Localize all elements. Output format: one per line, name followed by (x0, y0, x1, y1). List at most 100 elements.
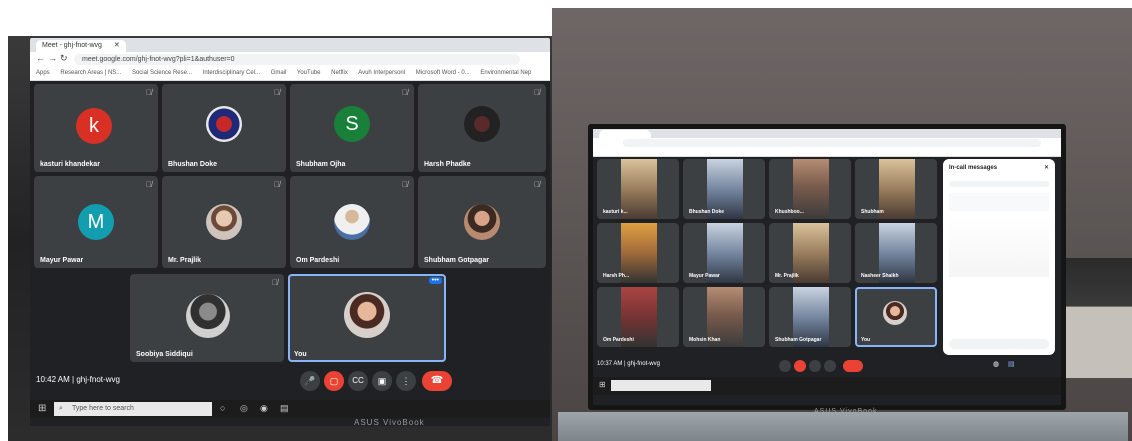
participant-tile[interactable]: kasturi k... (597, 159, 679, 219)
participant-tile[interactable]: 🎙̸ Bhushan Doke (162, 84, 286, 172)
participant-tile[interactable]: Shubham (855, 159, 937, 219)
chat-input[interactable] (949, 339, 1049, 349)
right-bookmarks-bar (593, 148, 1061, 157)
bookmark-item[interactable]: Netflix (331, 70, 348, 76)
mic-off-icon: 🎙̸ (402, 180, 408, 189)
mic-icon[interactable] (779, 360, 791, 372)
right-url-field[interactable] (623, 139, 1041, 147)
bookmark-item[interactable]: Microsoft Word - 0... (416, 70, 470, 76)
right-browser-tab[interactable] (599, 130, 651, 138)
participant-tile[interactable]: 🎙̸ k kasturi khandekar (34, 84, 158, 172)
participant-name: Bhushan Doke (168, 161, 218, 168)
participant-tile[interactable]: Nasheer Shaikh (855, 223, 937, 283)
participant-name: Om Pardeshi (603, 337, 634, 343)
end-call-icon[interactable] (843, 360, 863, 372)
bookmark-item[interactable]: Interdisciplinary Cel... (203, 70, 260, 76)
participant-tile[interactable]: 🎙̸ Harsh Phadke (418, 84, 546, 172)
forward-icon[interactable]: → (48, 53, 57, 63)
participant-tile[interactable]: 🎙̸ Om Pardeshi (290, 176, 414, 268)
mic-off-icon: 🎙̸ (534, 180, 540, 189)
edge-icon[interactable]: ◎ (240, 403, 248, 414)
present-icon[interactable]: ▣ (372, 371, 392, 391)
self-tile[interactable]: You (855, 287, 937, 347)
video-feed (879, 159, 915, 219)
left-browser-tab[interactable]: Meet - ghj-fnot-wvg ✕ (36, 40, 126, 52)
participant-name: Mayur Pawar (689, 273, 720, 279)
participant-name: kasturi k... (603, 209, 628, 215)
participant-tile[interactable]: 🎙̸ M Mayur Pawar (34, 176, 158, 268)
participant-tile[interactable]: 🎙̸ Shubham Gotpagar (418, 176, 546, 268)
end-call-icon[interactable]: ☎ (422, 371, 452, 391)
taskbar-search[interactable]: ⌕ Type here to search (54, 402, 212, 416)
close-icon[interactable]: ✕ (1044, 164, 1049, 171)
taskbar-search[interactable] (611, 380, 711, 391)
windows-icon[interactable]: ⊞ (38, 403, 46, 414)
bookmark-item[interactable]: Research Areas | NS... (60, 70, 121, 76)
participant-name: Shubham Ojha (296, 161, 346, 168)
folder-icon[interactable]: ▤ (280, 403, 289, 414)
participant-name: Bhushan Doke (689, 209, 725, 215)
close-icon[interactable]: ✕ (114, 42, 120, 49)
meet-controls-bar: 10:37 AM | ghj-fnot-wvg ◍ ▤ (593, 357, 1061, 375)
participant-tile[interactable]: Mr. Prajlik (769, 223, 851, 283)
present-icon[interactable] (824, 360, 836, 372)
participant-tile[interactable]: Bhushan Doke (683, 159, 765, 219)
mic-off-icon: 🎙̸ (146, 88, 152, 97)
participant-tile[interactable]: Shubham Gotpagar (769, 287, 851, 347)
people-icon[interactable]: ◍ (993, 360, 999, 368)
bookmark-item[interactable]: Apps (36, 70, 50, 76)
back-icon[interactable]: ← (36, 53, 45, 63)
avatar (186, 294, 230, 338)
participant-tile[interactable]: Mohsin Khan (683, 287, 765, 347)
task-view-icon[interactable]: ○ (220, 403, 225, 413)
participant-name: Soobiya Siddiqui (136, 351, 193, 358)
avatar: S (334, 106, 370, 142)
mic-off-icon: 🎙̸ (272, 278, 278, 287)
more-icon[interactable]: ⋮ (396, 371, 416, 391)
participant-tile[interactable]: 🎙̸ Mr. Prajlik (162, 176, 286, 268)
participant-name: You (294, 351, 307, 358)
caption-icon[interactable]: CC (348, 371, 368, 391)
camera-icon[interactable] (794, 360, 806, 372)
chat-messages-list (949, 217, 1049, 277)
right-tab-strip (593, 129, 1061, 138)
avatar (206, 106, 242, 142)
caption-icon[interactable] (809, 360, 821, 372)
camera-icon[interactable]: ▢ (324, 371, 344, 391)
search-icon: ⌕ (59, 405, 63, 412)
windows-icon[interactable]: ⊞ (599, 380, 606, 389)
participant-tile[interactable]: 🎙̸ Soobiya Siddiqui (130, 274, 284, 362)
meeting-code: ghj-fnot-wvg (627, 361, 660, 367)
left-address-bar: ← → ↻ meet.google.com/ghj-fnot-wvg?pli=1… (30, 52, 550, 68)
chrome-icon[interactable]: ◉ (260, 403, 268, 414)
participant-name: Mohsin Khan (689, 337, 721, 343)
participant-tile[interactable]: Khushboo... (769, 159, 851, 219)
avatar (464, 106, 500, 142)
participant-name: Mayur Pawar (40, 257, 84, 264)
bookmark-item[interactable]: Environmental Nep (480, 70, 531, 76)
left-url-field[interactable]: meet.google.com/ghj-fnot-wvg?pli=1&authu… (74, 54, 520, 65)
windows-taskbar: ⊞ (593, 377, 1061, 395)
participant-name: Khushboo... (775, 209, 804, 215)
avatar (883, 301, 907, 325)
mic-icon[interactable]: 🎤 (300, 371, 320, 391)
chat-toggle-row[interactable] (949, 181, 1049, 187)
bookmark-item[interactable]: Social Science Rese... (132, 70, 192, 76)
meet-controls-bar: 10:42 AM | ghj-fnot-wvg 🎤 ▢ CC ▣ ⋮ ☎ (30, 366, 550, 396)
bookmark-item[interactable]: Avuh Interpersonl (358, 70, 405, 76)
left-tab-strip: Meet - ghj-fnot-wvg ✕ (30, 38, 550, 52)
clock-time: 10:42 AM (36, 375, 70, 384)
bookmark-item[interactable]: YouTube (297, 70, 321, 76)
participant-tile[interactable]: 🎙̸ S Shubham Ojha (290, 84, 414, 172)
chat-icon[interactable]: ▤ (1008, 360, 1015, 368)
participant-name: Om Pardeshi (296, 257, 340, 264)
participant-tile[interactable]: Harsh Ph... (597, 223, 679, 283)
participant-tile[interactable]: Om Pardeshi (597, 287, 679, 347)
left-url: meet.google.com/ghj-fnot-wvg?pli=1&authu… (82, 56, 235, 63)
self-tile[interactable]: ••• You (288, 274, 446, 362)
reload-icon[interactable]: ↻ (60, 53, 68, 64)
bookmark-item[interactable]: Gmail (271, 70, 287, 76)
left-meet-screen: Meet - ghj-fnot-wvg ✕ ← → ↻ meet.google.… (30, 38, 550, 426)
more-icon[interactable]: ••• (428, 277, 442, 284)
participant-tile[interactable]: Mayur Pawar (683, 223, 765, 283)
